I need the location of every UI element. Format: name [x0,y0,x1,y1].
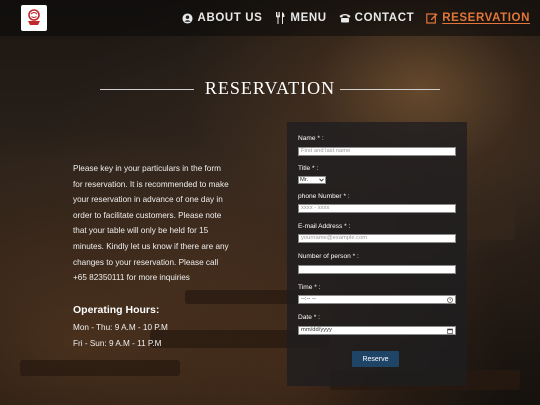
title-label: Title * : [298,165,319,172]
time-label: Time * : [298,284,321,291]
title-select-value: Mr. [300,177,309,183]
phone-placeholder: xxxx - xxxx [301,205,330,211]
main-menu: ABOUT US MENU CONTACT RESERVATION [182,0,530,36]
intro-line: minutes. Kindly let us know if there are… [73,241,229,251]
nav-contact[interactable]: CONTACT [339,12,415,24]
user-circle-icon [182,12,194,24]
nav-menu-label: MENU [290,12,327,24]
date-placeholder: mm/dd/yyyy [301,327,332,333]
intro-line: Please key in your particulars in the fo… [73,164,221,173]
time-placeholder: --:-- -- [301,296,316,302]
chevron-down-icon [319,178,324,182]
time-input[interactable]: --:-- -- [298,295,456,304]
reservation-intro-text: Please key in your particulars in the fo… [73,161,273,286]
email-placeholder: yourname@example.com [301,235,368,241]
title-divider-right [340,89,440,90]
intro-line: order to facilitate customers. Please no… [73,210,222,220]
name-placeholder: First and last name [301,148,351,154]
email-label: E-mail Address * : [298,223,351,230]
edit-icon [426,12,438,24]
name-input[interactable]: First and last name [298,147,456,156]
utensils-icon [274,12,286,24]
hours-weekend: Fri - Sun: 9 A.M - 11 P.M [73,339,162,348]
persons-input[interactable] [298,265,456,274]
hours-weekday: Mon - Thu: 9 A.M - 10 P.M [73,323,168,332]
intro-line: changes to your reservation. Please call [73,257,219,267]
nav-about-us-label: ABOUT US [197,12,263,24]
restaurant-logo-icon [28,9,40,25]
top-navigation-bar: ABOUT US MENU CONTACT RESERVATION [0,0,540,36]
intro-line: +65 82350111 for more inquiries [73,273,190,283]
nav-reservation-label: RESERVATION [442,12,530,24]
intro-line: your reservation in advance of one day i… [73,195,223,205]
intro-line: that your table will only be held for 15 [73,226,209,236]
nav-about-us[interactable]: ABOUT US [182,12,263,24]
reserve-button[interactable]: Reserve [352,351,399,367]
email-input[interactable]: yourname@example.com [298,234,456,243]
clock-icon[interactable] [447,296,453,303]
nav-contact-label: CONTACT [354,12,415,24]
reservation-form: Name * : First and last name Title * : M… [287,122,467,386]
phone-icon [339,12,351,24]
intro-line: for reservation. It is recommended to ma… [73,179,229,189]
operating-hours-heading: Operating Hours: [73,304,160,316]
title-select[interactable]: Mr. [298,176,326,184]
date-input[interactable]: mm/dd/yyyy [298,326,456,335]
calendar-icon[interactable] [447,328,453,334]
nav-menu[interactable]: MENU [274,12,326,24]
phone-label: phone Number * : [298,193,350,200]
page-title-row: RESERVATION [100,78,440,100]
name-label: Name * : [298,135,324,142]
date-label: Date * : [298,314,320,321]
phone-input[interactable]: xxxx - xxxx [298,204,456,213]
nav-reservation[interactable]: RESERVATION [426,12,530,24]
restaurant-logo[interactable] [21,5,47,31]
persons-label: Number of person * : [298,253,359,260]
